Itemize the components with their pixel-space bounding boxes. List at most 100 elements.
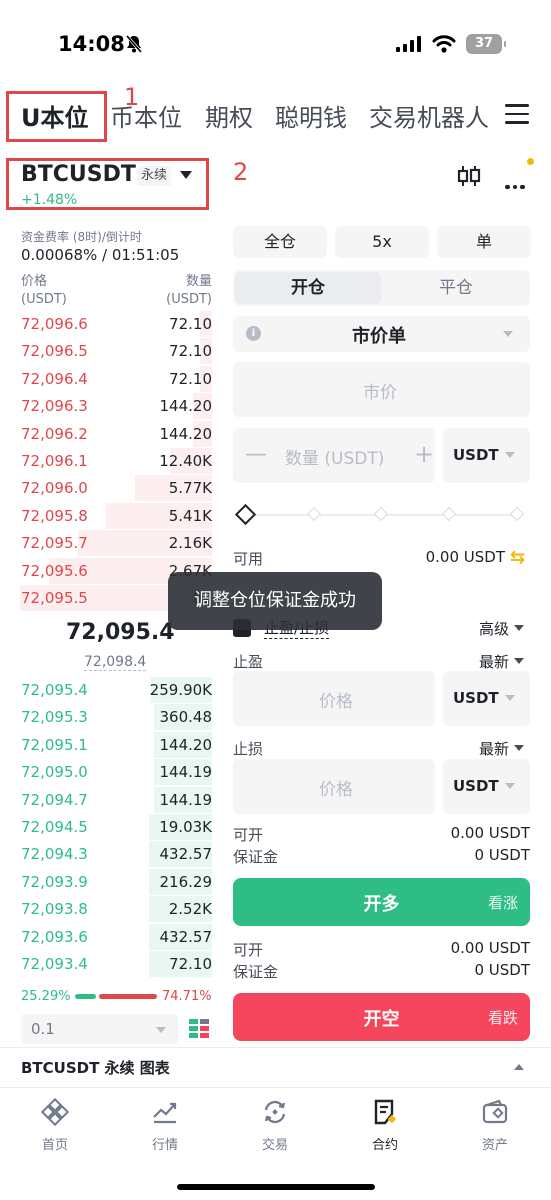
chevron-up-icon[interactable] xyxy=(514,1064,524,1070)
tab-close-position[interactable]: 平仓 xyxy=(383,272,529,304)
battery-icon: 37 xyxy=(466,34,506,54)
advanced-label[interactable]: 高级 xyxy=(479,618,509,639)
long-margin-label: 保证金 xyxy=(233,848,279,866)
tp-price-placeholder: 价格 xyxy=(319,692,353,712)
ask-price: 72,095.6 xyxy=(21,561,88,580)
buy-ratio-bar xyxy=(75,994,96,999)
ask-row[interactable]: 72,096.4 72.10 xyxy=(20,365,212,392)
slider-tick-75[interactable] xyxy=(441,506,457,522)
bid-row[interactable]: 72,093.6 432.57 xyxy=(20,923,212,950)
qty-header-label: 数量 xyxy=(185,274,212,289)
tab-open-position[interactable]: 开仓 xyxy=(235,272,381,304)
tab-options[interactable]: 期权 xyxy=(205,98,253,133)
nav-home[interactable]: 首页 xyxy=(20,1098,90,1153)
menu-icon[interactable] xyxy=(505,104,529,126)
wifi-icon xyxy=(432,35,456,53)
nav-trade-label: 交易 xyxy=(261,1138,288,1153)
slider-tick-100[interactable] xyxy=(509,506,525,522)
bid-row[interactable]: 72,094.3 432.57 xyxy=(20,841,212,868)
slider-tick-50[interactable] xyxy=(373,506,389,522)
chevron-down-icon xyxy=(514,745,524,751)
nav-assets[interactable]: 资产 xyxy=(460,1098,530,1153)
bid-row[interactable]: 72,095.3 360.48 xyxy=(20,704,213,731)
bid-row[interactable]: 72,093.8 2.52K xyxy=(20,896,212,923)
annotation-number-1: 1 xyxy=(124,83,140,111)
home-indicator xyxy=(177,1184,375,1190)
orderbook-qty-header: 数量 (USDT) xyxy=(166,273,212,309)
precision-value: 0.1 xyxy=(31,1020,55,1038)
cellular-signal-icon xyxy=(396,36,421,52)
bid-price: 72,093.4 xyxy=(21,955,88,973)
ask-price: 72,096.6 xyxy=(21,315,88,333)
mark-price: 72,098.4 xyxy=(84,654,147,671)
slider-tick-25[interactable] xyxy=(306,506,322,522)
orderbook-layout-icon[interactable] xyxy=(188,1018,210,1040)
quantity-placeholder: 数量 (USDT) xyxy=(285,449,385,469)
bid-row[interactable]: 72,093.4 72.10 xyxy=(20,951,212,977)
bid-price: 72,093.6 xyxy=(21,927,88,946)
amount-slider-handle[interactable] xyxy=(234,503,257,526)
ask-price: 72,096.5 xyxy=(21,342,88,361)
bid-row[interactable]: 72,094.7 144.19 xyxy=(20,786,212,813)
sl-trigger-select[interactable]: 最新 xyxy=(479,738,509,759)
bid-quantity: 360.48 xyxy=(159,708,213,727)
ask-row[interactable]: 72,095.7 2.16K xyxy=(20,530,212,557)
short-max-value: 0.00 USDT xyxy=(450,939,530,957)
ask-quantity: 2.16K xyxy=(168,534,212,553)
bell-muted-icon xyxy=(125,35,143,53)
ask-row[interactable]: 72,096.0 5.77K xyxy=(20,475,212,502)
info-icon[interactable]: i xyxy=(246,326,261,341)
bid-row[interactable]: 72,095.1 144.20 xyxy=(20,731,213,758)
margin-mode-button[interactable]: 全仓 xyxy=(233,226,327,258)
plus-icon[interactable]: + xyxy=(414,440,434,468)
chevron-down-icon xyxy=(503,331,513,337)
bid-quantity: 19.03K xyxy=(159,818,212,836)
ask-row[interactable]: 72,096.3 144.20 xyxy=(20,393,212,420)
open-long-button[interactable]: 开多 看涨 xyxy=(233,878,530,926)
tab-trading-bots[interactable]: 交易机器人 xyxy=(369,98,489,133)
nav-markets[interactable]: 行情 xyxy=(130,1098,200,1153)
ask-row[interactable]: 72,096.5 72.10 xyxy=(20,338,212,365)
bid-price: 72,094.3 xyxy=(21,845,88,864)
nav-futures[interactable]: 合约 xyxy=(350,1098,420,1153)
tp-unit: USDT xyxy=(453,689,499,707)
tab-coinm[interactable]: 币本位 xyxy=(110,98,182,133)
bid-row[interactable]: 72,093.9 216.29 xyxy=(20,868,212,895)
ask-row[interactable]: 72,096.1 12.40K xyxy=(20,448,212,474)
chart-bar-label[interactable]: BTCUSDT 永续 图表 xyxy=(21,1057,170,1078)
ask-price: 72,095.7 xyxy=(21,534,88,553)
transfer-icon[interactable]: ⇆ xyxy=(510,547,525,568)
ask-row[interactable]: 72,095.8 5.41K xyxy=(20,502,212,529)
bid-row[interactable]: 72,095.0 144.19 xyxy=(20,759,212,786)
symbol-name[interactable]: BTCUSDT xyxy=(21,162,136,187)
more-options-icon[interactable] xyxy=(505,174,528,193)
ask-row[interactable]: 72,096.6 72.10 xyxy=(20,311,212,337)
last-price[interactable]: 72,095.4 xyxy=(66,620,175,645)
bid-price: 72,095.1 xyxy=(21,735,88,754)
qty-unit-label: (USDT) xyxy=(166,292,212,307)
ask-quantity: 72.10 xyxy=(169,342,212,361)
nav-trade[interactable]: 交易 xyxy=(240,1098,310,1153)
bid-row[interactable]: 72,095.4 259.90K xyxy=(20,677,212,703)
tab-smart-money[interactable]: 聪明钱 xyxy=(275,98,347,133)
tp-trigger-select[interactable]: 最新 xyxy=(479,651,509,672)
open-short-button[interactable]: 开空 看跌 xyxy=(233,993,530,1041)
leverage-button[interactable]: 5x xyxy=(335,226,429,258)
bid-quantity: 144.20 xyxy=(159,735,213,754)
precision-select[interactable]: 0.1 xyxy=(21,1014,178,1044)
ask-row[interactable]: 72,096.2 144.20 xyxy=(20,420,212,447)
nav-futures-label: 合约 xyxy=(371,1138,398,1153)
bid-price: 72,093.9 xyxy=(21,872,88,891)
symbol-dropdown-icon[interactable] xyxy=(180,171,192,179)
chevron-down-icon xyxy=(505,695,515,701)
wallet-icon xyxy=(482,1099,508,1124)
ask-price: 72,096.1 xyxy=(21,452,88,470)
minus-icon[interactable]: — xyxy=(245,442,267,467)
candlestick-chart-icon[interactable] xyxy=(456,164,482,188)
ask-price: 72,096.4 xyxy=(21,369,88,388)
bid-price: 72,094.7 xyxy=(21,790,88,809)
chevron-down-icon xyxy=(505,783,515,789)
bid-row[interactable]: 72,094.5 19.03K xyxy=(20,814,212,840)
position-mode-button[interactable]: 单 xyxy=(437,226,531,258)
sl-price-placeholder: 价格 xyxy=(319,780,353,800)
